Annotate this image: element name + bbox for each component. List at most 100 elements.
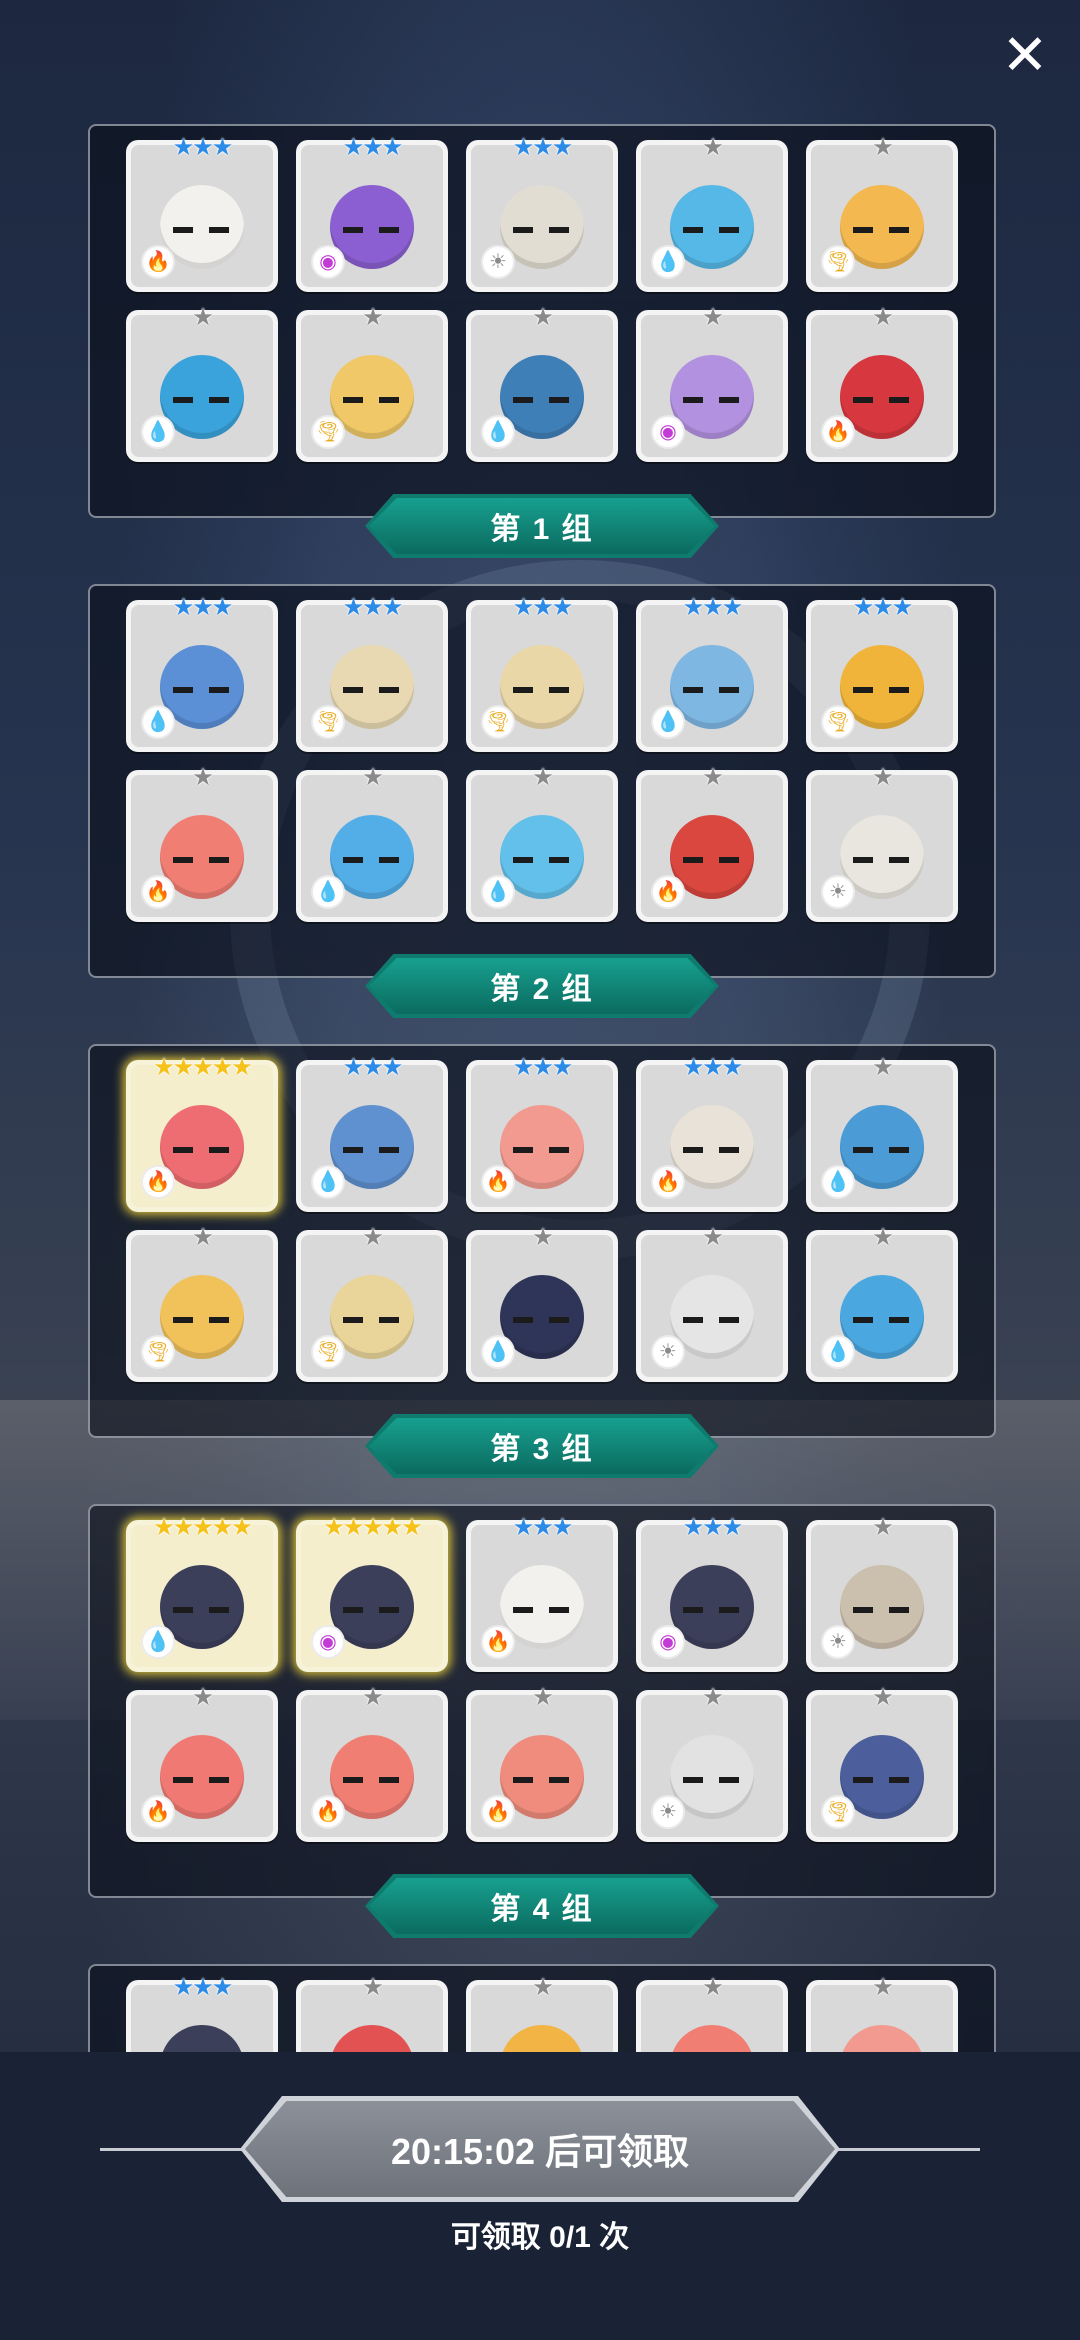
star-rating: ★ xyxy=(192,764,214,791)
group-label: 第 4 组 xyxy=(490,1893,594,1926)
hero-group-4: ▬▬ 💧 ★★★★★ ▬▬ ◉ ★★★★★ ▬▬ 🔥 ★★★ ▬▬ ◉ ★★★ ▬▬ ☀ ★ ▬▬ 🔥 ★ ▬▬ 🔥 ★… xyxy=(88,1504,996,1938)
fire-element-icon: 🔥 xyxy=(481,1795,515,1829)
hero-card[interactable]: ▬▬ ★★★ xyxy=(126,1976,278,2052)
hero-card[interactable]: ▬▬ 🌪 ★ xyxy=(806,1686,958,1842)
hero-eyes: ▬▬ xyxy=(343,215,415,238)
hero-card[interactable]: ▬▬ 🔥 ★★★★★ xyxy=(126,1056,278,1212)
hero-portrait: ▬▬ ☀ xyxy=(471,145,613,287)
hero-eyes: ▬▬ xyxy=(343,1135,415,1158)
light-element-icon: ☀ xyxy=(821,1625,855,1659)
arcane-element-icon: ◉ xyxy=(311,1625,345,1659)
hero-card[interactable]: ▬▬ ★ xyxy=(296,1976,448,2052)
hero-card[interactable]: ▬▬ 💧 ★★★ xyxy=(126,596,278,752)
hero-card[interactable]: ▬▬ 💧 ★ xyxy=(806,1056,958,1212)
star-rating: ★ xyxy=(532,1224,554,1251)
hero-card[interactable]: ▬▬ 🌪 ★ xyxy=(806,136,958,292)
hero-card[interactable]: ▬▬ 🌪 ★★★ xyxy=(296,596,448,752)
water-element-icon: 💧 xyxy=(821,1335,855,1369)
hero-avatar: ▬▬ xyxy=(840,2025,924,2052)
hero-card[interactable]: ▬▬ 💧 ★★★★★ xyxy=(126,1516,278,1672)
hero-portrait: ▬▬ ◉ xyxy=(301,1525,443,1667)
star-rating: ★ xyxy=(362,1224,384,1251)
hero-card[interactable]: ▬▬ 💧 ★ xyxy=(806,1226,958,1382)
hero-card[interactable]: ▬▬ ★ xyxy=(636,1976,788,2052)
hero-eyes: ▬▬ xyxy=(683,675,755,698)
hero-card[interactable]: ▬▬ ☀ ★ xyxy=(806,1516,958,1672)
star-rating: ★★★ xyxy=(172,1974,234,2001)
light-element-icon: ☀ xyxy=(651,1795,685,1829)
light-element-icon: ☀ xyxy=(651,1335,685,1369)
hero-card[interactable]: ▬▬ 🔥 ★ xyxy=(466,1686,618,1842)
hero-card[interactable]: ▬▬ 💧 ★ xyxy=(296,766,448,922)
star-rating: ★★★★★ xyxy=(323,1514,423,1541)
hero-card[interactable]: ▬▬ ★ xyxy=(466,1976,618,2052)
hero-card[interactable]: ▬▬ ◉ ★★★★★ xyxy=(296,1516,448,1672)
hero-card[interactable]: ▬▬ ★ xyxy=(806,1976,958,2052)
hero-card[interactable]: ▬▬ 🌪 ★★★ xyxy=(466,596,618,752)
fire-element-icon: 🔥 xyxy=(141,1795,175,1829)
hero-card[interactable]: ▬▬ ◉ ★★★ xyxy=(296,136,448,292)
star-rating: ★ xyxy=(872,1224,894,1251)
hero-card[interactable]: ▬▬ 💧 ★★★ xyxy=(296,1056,448,1212)
hero-card[interactable]: ▬▬ 🔥 ★ xyxy=(296,1686,448,1842)
hero-card[interactable]: ▬▬ 🔥 ★★★ xyxy=(466,1056,618,1212)
group-label-banner: 第 3 组 xyxy=(365,1414,719,1478)
hero-card[interactable]: ▬▬ 🌪 ★ xyxy=(126,1226,278,1382)
light-element-icon: ☀ xyxy=(821,875,855,909)
star-rating: ★ xyxy=(362,1684,384,1711)
hero-card[interactable]: ▬▬ 🌪 ★★★ xyxy=(806,596,958,752)
hero-card[interactable]: ▬▬ 🌪 ★ xyxy=(296,306,448,462)
claim-divider-right xyxy=(830,2148,980,2151)
hero-card[interactable]: ▬▬ ◉ ★★★ xyxy=(636,1516,788,1672)
hero-portrait: ▬▬ 🔥 xyxy=(131,1065,273,1207)
fire-element-icon: 🔥 xyxy=(311,1795,345,1829)
star-rating: ★ xyxy=(702,1224,724,1251)
hero-card[interactable]: ▬▬ ☀ ★★★ xyxy=(466,136,618,292)
water-element-icon: 💧 xyxy=(311,875,345,909)
fire-element-icon: 🔥 xyxy=(141,875,175,909)
star-rating: ★ xyxy=(192,1684,214,1711)
hero-grid: ▬▬ 💧 ★★★★★ ▬▬ ◉ ★★★★★ ▬▬ 🔥 ★★★ ▬▬ ◉ ★★★ ▬▬ ☀ ★ ▬▬ 🔥 ★ ▬▬ 🔥 ★… xyxy=(126,1516,958,1842)
hero-card[interactable]: ▬▬ 💧 ★★★ xyxy=(636,596,788,752)
wind-element-icon: 🌪 xyxy=(821,705,855,739)
hero-card[interactable]: ▬▬ ☀ ★ xyxy=(806,766,958,922)
hero-avatar: ▬▬ xyxy=(330,2025,414,2052)
hero-card[interactable]: ▬▬ 💧 ★ xyxy=(466,1226,618,1382)
hero-card[interactable]: ▬▬ ☀ ★ xyxy=(636,1226,788,1382)
hero-eyes: ▬▬ xyxy=(853,1135,925,1158)
hero-portrait: ▬▬ 💧 xyxy=(641,145,783,287)
group-list[interactable]: ▬▬ 🔥 ★★★ ▬▬ ◉ ★★★ ▬▬ ☀ ★★★ ▬▬ 💧 ★ ▬▬ 🌪 ★ ▬▬ 💧 ★ ▬▬ 🌪 ★ ▬▬ 💧 ★ ▬▬… xyxy=(0,120,1080,2052)
star-rating: ★ xyxy=(362,1974,384,2001)
hero-portrait: ▬▬ 🌪 xyxy=(301,1235,443,1377)
hero-eyes: ▬▬ xyxy=(173,215,245,238)
hero-portrait: ▬▬ 🔥 xyxy=(301,1695,443,1837)
hero-card[interactable]: ▬▬ 🔥 ★★★ xyxy=(636,1056,788,1212)
star-rating: ★ xyxy=(872,1974,894,2001)
close-icon[interactable]: ✕ xyxy=(1000,27,1050,83)
hero-portrait: ▬▬ ☀ xyxy=(811,775,953,917)
star-rating: ★ xyxy=(872,304,894,331)
hero-portrait: ▬▬ 💧 xyxy=(131,605,273,747)
hero-card[interactable]: ▬▬ 🔥 ★ xyxy=(126,1686,278,1842)
hero-card[interactable]: ▬▬ 🔥 ★ xyxy=(636,766,788,922)
hero-card[interactable]: ▬▬ 🔥 ★ xyxy=(126,766,278,922)
star-rating: ★★★★★ xyxy=(153,1514,253,1541)
hero-card[interactable]: ▬▬ 🔥 ★★★ xyxy=(126,136,278,292)
hero-card[interactable]: ▬▬ 💧 ★ xyxy=(466,306,618,462)
hero-group-3: ▬▬ 🔥 ★★★★★ ▬▬ 💧 ★★★ ▬▬ 🔥 ★★★ ▬▬ 🔥 ★★★ ▬▬ 💧 ★ ▬▬ 🌪 ★ ▬▬ 🌪 ★ ▬▬… xyxy=(88,1044,996,1478)
hero-portrait: ▬▬ 💧 xyxy=(301,775,443,917)
hero-card[interactable]: ▬▬ ☀ ★ xyxy=(636,1686,788,1842)
hero-card[interactable]: ▬▬ ◉ ★ xyxy=(636,306,788,462)
hero-avatar: ▬▬ xyxy=(500,2025,584,2052)
hero-card[interactable]: ▬▬ 💧 ★ xyxy=(126,306,278,462)
hero-eyes: ▬▬ xyxy=(343,385,415,408)
hero-portrait: ▬▬ 💧 xyxy=(811,1235,953,1377)
hero-card[interactable]: ▬▬ 💧 ★ xyxy=(466,766,618,922)
hero-card[interactable]: ▬▬ 🔥 ★ xyxy=(806,306,958,462)
hero-card[interactable]: ▬▬ 🔥 ★★★ xyxy=(466,1516,618,1672)
hero-card[interactable]: ▬▬ 💧 ★ xyxy=(636,136,788,292)
hero-card[interactable]: ▬▬ 🌪 ★ xyxy=(296,1226,448,1382)
hero-eyes: ▬▬ xyxy=(513,215,585,238)
hero-avatar: ▬▬ xyxy=(160,2025,244,2052)
claim-button[interactable]: 20:15:02 后可领取 xyxy=(240,2096,840,2202)
